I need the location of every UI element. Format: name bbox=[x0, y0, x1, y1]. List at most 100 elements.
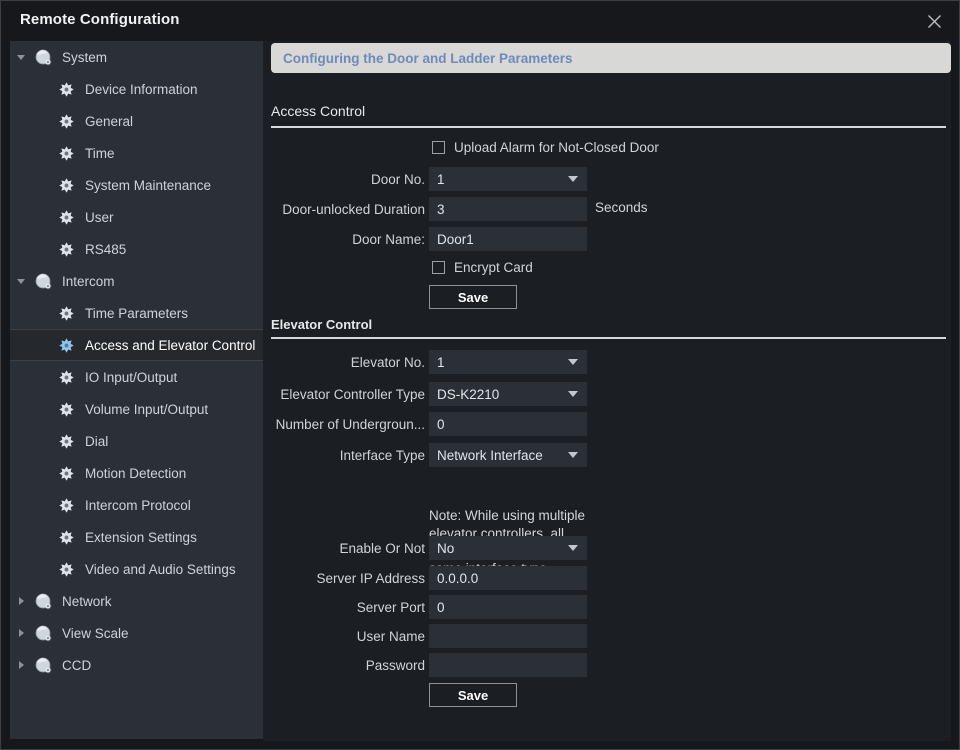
sidebar-item-user[interactable]: User bbox=[10, 201, 263, 233]
gear-icon bbox=[55, 462, 77, 484]
elevator-controller-type-row: Elevator Controller Type bbox=[263, 382, 429, 406]
user-name-input[interactable] bbox=[429, 624, 587, 648]
underground-floors-input[interactable] bbox=[429, 412, 587, 436]
server-ip-row: Server IP Address bbox=[263, 566, 429, 590]
sidebar-item-view-scale[interactable]: View Scale bbox=[10, 617, 263, 649]
sidebar-item-intercom-protocol[interactable]: Intercom Protocol bbox=[10, 489, 263, 521]
sidebar-item-rs485[interactable]: RS485 bbox=[10, 233, 263, 265]
sidebar-item-label: CCD bbox=[62, 658, 91, 673]
elevator-controller-type-select[interactable]: DS-K2210 bbox=[429, 382, 587, 406]
sidebar-item-device-information[interactable]: Device Information bbox=[10, 73, 263, 105]
elevator-no-select[interactable]: 1 bbox=[429, 350, 587, 374]
sidebar-item-time[interactable]: Time bbox=[10, 137, 263, 169]
duration-unit-label: Seconds bbox=[595, 200, 648, 215]
sidebar-item-label: General bbox=[85, 114, 133, 129]
encrypt-card-checkbox-row[interactable]: Encrypt Card bbox=[432, 260, 533, 275]
gear-icon bbox=[55, 78, 77, 100]
server-port-row: Server Port bbox=[263, 595, 429, 619]
server-ip-input[interactable] bbox=[429, 566, 587, 590]
sidebar-item-access-and-elevator-control[interactable]: Access and Elevator Control bbox=[10, 329, 263, 361]
sidebar-item-network[interactable]: Network bbox=[10, 585, 263, 617]
enable-or-not-select[interactable]: No bbox=[429, 536, 587, 560]
gear-icon bbox=[55, 142, 77, 164]
sidebar-item-general[interactable]: General bbox=[10, 105, 263, 137]
sidebar-item-label: Intercom bbox=[62, 274, 115, 289]
door-no-select[interactable]: 1 bbox=[429, 167, 587, 191]
main-content-panel: Configuring the Door and Ladder Paramete… bbox=[263, 41, 951, 741]
encrypt-card-checkbox[interactable] bbox=[432, 261, 445, 274]
window-title: Remote Configuration bbox=[20, 11, 180, 28]
door-unlocked-duration-input[interactable] bbox=[429, 197, 587, 221]
sidebar-item-extension-settings[interactable]: Extension Settings bbox=[10, 521, 263, 553]
elevator-control-section-title: Elevator Control bbox=[271, 317, 372, 332]
sidebar-item-video-and-audio-settings[interactable]: Video and Audio Settings bbox=[10, 553, 263, 585]
elevator-no-value: 1 bbox=[437, 355, 445, 370]
door-no-label: Door No. bbox=[263, 172, 429, 187]
sidebar-item-label: IO Input/Output bbox=[85, 370, 177, 385]
interface-type-select[interactable]: Network Interface bbox=[429, 443, 587, 467]
elevator-control-divider bbox=[271, 337, 946, 339]
chevron-down-icon bbox=[568, 359, 578, 365]
sidebar-item-io-input-output[interactable]: IO Input/Output bbox=[10, 361, 263, 393]
globe-gear-icon bbox=[32, 654, 54, 676]
access-control-save-button[interactable]: Save bbox=[429, 285, 517, 309]
globe-gear-icon bbox=[32, 46, 54, 68]
interface-type-row: Interface Type bbox=[263, 443, 429, 467]
navigation-tree[interactable]: System Device Information General Time Syste… bbox=[10, 41, 263, 739]
sidebar-item-label: Extension Settings bbox=[85, 530, 197, 545]
enable-or-not-row: Enable Or Not bbox=[263, 536, 429, 560]
sidebar-item-label: View Scale bbox=[62, 626, 129, 641]
sidebar-item-intercom[interactable]: Intercom bbox=[10, 265, 263, 297]
upload-alarm-checkbox-row[interactable]: Upload Alarm for Not-Closed Door bbox=[432, 140, 659, 155]
gear-icon bbox=[55, 366, 77, 388]
door-name-input[interactable] bbox=[429, 227, 587, 251]
gear-icon bbox=[55, 558, 77, 580]
sidebar-item-label: Motion Detection bbox=[85, 466, 186, 481]
chevron-right-icon[interactable] bbox=[10, 597, 32, 605]
gear-icon bbox=[55, 398, 77, 420]
globe-gear-icon bbox=[32, 270, 54, 292]
sidebar-item-label: Volume Input/Output bbox=[85, 402, 208, 417]
close-icon[interactable] bbox=[921, 9, 947, 33]
chevron-right-icon[interactable] bbox=[10, 629, 32, 637]
chevron-down-icon bbox=[568, 452, 578, 458]
sidebar-item-label: System bbox=[62, 50, 107, 65]
chevron-down-icon bbox=[568, 391, 578, 397]
interface-type-label: Interface Type bbox=[263, 448, 429, 463]
enable-or-not-value: No bbox=[437, 541, 454, 556]
gear-icon bbox=[55, 238, 77, 260]
gear-icon bbox=[55, 430, 77, 452]
globe-gear-icon bbox=[32, 622, 54, 644]
server-port-input[interactable] bbox=[429, 595, 587, 619]
chevron-down-icon[interactable] bbox=[10, 279, 32, 284]
sidebar-item-system-maintenance[interactable]: System Maintenance bbox=[10, 169, 263, 201]
password-input[interactable] bbox=[429, 653, 587, 677]
sidebar-item-volume-input-output[interactable]: Volume Input/Output bbox=[10, 393, 263, 425]
sidebar-item-time-parameters[interactable]: Time Parameters bbox=[10, 297, 263, 329]
sidebar-item-motion-detection[interactable]: Motion Detection bbox=[10, 457, 263, 489]
enable-or-not-label: Enable Or Not bbox=[263, 541, 429, 556]
door-unlocked-duration-row: Door-unlocked Duration bbox=[263, 197, 429, 221]
underground-floors-label: Number of Undergroun... bbox=[263, 417, 429, 432]
elevator-no-row: Elevator No. bbox=[263, 350, 429, 374]
sidebar-item-label: Network bbox=[62, 594, 112, 609]
chevron-down-icon[interactable] bbox=[10, 55, 32, 60]
page-banner: Configuring the Door and Ladder Paramete… bbox=[271, 43, 951, 73]
gear-icon bbox=[55, 206, 77, 228]
password-label: Password bbox=[263, 658, 429, 673]
sidebar-item-label: Video and Audio Settings bbox=[85, 562, 236, 577]
gear-icon bbox=[55, 302, 77, 324]
upload-alarm-checkbox[interactable] bbox=[432, 141, 445, 154]
password-row: Password bbox=[263, 653, 429, 677]
gear-icon bbox=[55, 110, 77, 132]
sidebar-item-dial[interactable]: Dial bbox=[10, 425, 263, 457]
chevron-right-icon[interactable] bbox=[10, 661, 32, 669]
sidebar-item-label: Access and Elevator Control bbox=[85, 338, 255, 353]
sidebar-item-ccd[interactable]: CCD bbox=[10, 649, 263, 681]
sidebar-item-label: Dial bbox=[85, 434, 108, 449]
gear-icon bbox=[55, 334, 77, 356]
elevator-control-save-button[interactable]: Save bbox=[429, 683, 517, 707]
globe-gear-icon bbox=[32, 590, 54, 612]
sidebar-item-system[interactable]: System bbox=[10, 41, 263, 73]
sidebar-item-label: Time bbox=[85, 146, 115, 161]
